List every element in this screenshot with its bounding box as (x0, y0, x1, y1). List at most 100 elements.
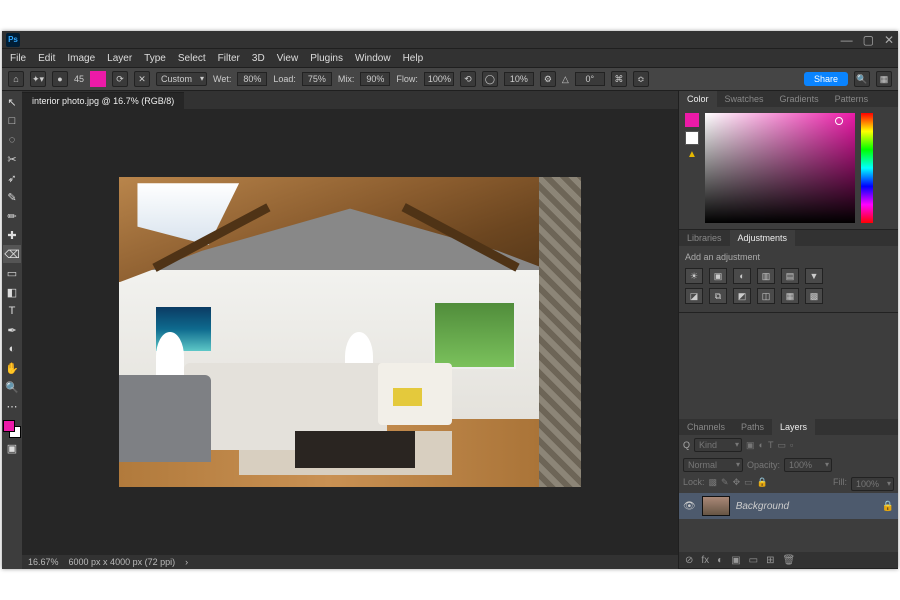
smoothing-input[interactable]: 10% (504, 72, 534, 86)
lock-all-icon[interactable]: 🔒 (757, 477, 768, 491)
share-button[interactable]: Share (804, 72, 848, 86)
menu-select[interactable]: Select (178, 53, 206, 64)
picker-fg-swatch[interactable] (685, 113, 699, 127)
menu-edit[interactable]: Edit (38, 53, 55, 64)
filter-type-icon[interactable]: T (768, 440, 774, 450)
adj-exposure-icon[interactable]: ▥ (757, 268, 775, 284)
filter-adjust-icon[interactable]: ◐ (759, 440, 764, 450)
adj-posterize-icon[interactable]: ▦ (781, 288, 799, 304)
layer-fx-icon[interactable]: fx (701, 555, 709, 566)
adj-color-lookup-icon[interactable]: ◫ (757, 288, 775, 304)
minimize-button[interactable]: — (841, 33, 853, 47)
home-icon[interactable]: ⌂ (8, 71, 24, 87)
adj-curves-icon[interactable]: ◐ (733, 268, 751, 284)
crop-tool[interactable]: ✂ (3, 150, 21, 168)
more-tools[interactable]: ⋯ (3, 397, 21, 415)
adj-vibrance-icon[interactable]: ▤ (781, 268, 799, 284)
layer-filter-dropdown[interactable]: Kind (694, 438, 742, 452)
opacity-input[interactable]: 100% (784, 458, 832, 472)
hue-slider[interactable] (861, 113, 873, 223)
clean-brush-icon[interactable]: ⟳ (112, 71, 128, 87)
menu-layer[interactable]: Layer (107, 53, 132, 64)
tool-preset-picker[interactable]: ✦▾ (30, 71, 46, 87)
close-button[interactable]: ✕ (884, 33, 894, 47)
move-tool[interactable]: ↖ (3, 93, 21, 111)
tab-gradients[interactable]: Gradients (772, 91, 827, 107)
wet-input[interactable]: 80% (237, 72, 267, 86)
lasso-tool[interactable]: ◌ (3, 131, 21, 149)
shape-tool[interactable]: ◐ (3, 340, 21, 358)
tab-adjustments[interactable]: Adjustments (730, 230, 796, 246)
menu-plugins[interactable]: Plugins (310, 53, 343, 64)
adj-bw-icon[interactable]: ◪ (685, 288, 703, 304)
layer-lock-icon[interactable]: 🔒 (882, 501, 894, 512)
current-color-swatch[interactable] (90, 71, 106, 87)
doc-info-chevron-icon[interactable]: › (185, 557, 188, 567)
frame-tool[interactable]: ➶ (3, 169, 21, 187)
adj-photo-filter-icon[interactable]: ⧉ (709, 288, 727, 304)
load-input[interactable]: 75% (302, 72, 332, 86)
tab-channels[interactable]: Channels (679, 419, 733, 435)
adj-threshold-icon[interactable]: ▩ (805, 288, 823, 304)
lock-position-icon[interactable]: ✥ (733, 477, 741, 491)
canvas[interactable] (22, 109, 678, 555)
lock-pixels-icon[interactable]: ✎ (721, 477, 729, 491)
new-group-icon[interactable]: ▭ (749, 555, 758, 566)
brush-preset-picker[interactable]: ● (52, 71, 68, 87)
lock-artboard-icon[interactable]: ▭ (744, 477, 753, 491)
search-icon[interactable]: 🔍 (854, 71, 870, 87)
tab-swatches[interactable]: Swatches (717, 91, 772, 107)
document-tab[interactable]: interior photo.jpg @ 16.7% (RGB/8) (22, 92, 184, 109)
marquee-tool[interactable]: □ (3, 112, 21, 130)
menu-view[interactable]: View (277, 53, 299, 64)
tab-paths[interactable]: Paths (733, 419, 772, 435)
layer-thumbnail[interactable] (702, 496, 730, 516)
layer-visibility-icon[interactable]: 👁 (683, 501, 696, 512)
doc-info[interactable]: 6000 px x 4000 px (72 ppi) (69, 557, 176, 567)
filter-shape-icon[interactable]: ▭ (777, 440, 786, 451)
menu-type[interactable]: Type (144, 53, 166, 64)
settings-gear-icon[interactable]: ⚙ (540, 71, 556, 87)
load-brush-icon[interactable]: ✕ (134, 71, 150, 87)
foreground-background-colors[interactable] (3, 420, 21, 438)
picker-bg-swatch[interactable] (685, 131, 699, 145)
new-adjustment-layer-icon[interactable]: ▣ (731, 555, 740, 566)
blend-mode-dropdown[interactable]: Normal (683, 458, 743, 472)
adj-channel-mixer-icon[interactable]: ◩ (733, 288, 751, 304)
workspace-icon[interactable]: ▦ (876, 71, 892, 87)
buildup-icon[interactable]: ◯ (482, 71, 498, 87)
dodge-tool[interactable]: ◧ (3, 283, 21, 301)
menu-image[interactable]: Image (67, 53, 95, 64)
airbrush-icon[interactable]: ⟲ (460, 71, 476, 87)
adj-brightness-icon[interactable]: ☀ (685, 268, 703, 284)
lock-transparent-icon[interactable]: ▩ (709, 477, 718, 491)
menu-window[interactable]: Window (355, 53, 391, 64)
tab-patterns[interactable]: Patterns (827, 91, 877, 107)
mixer-brush-tool[interactable]: ⌫ (3, 245, 21, 263)
adj-hue-icon[interactable]: ▼ (805, 268, 823, 284)
tablet-pressure-icon[interactable]: ⌘ (611, 71, 627, 87)
menu-help[interactable]: Help (403, 53, 424, 64)
symmetry-icon[interactable]: ≎ (633, 71, 649, 87)
filter-image-icon[interactable]: ▣ (746, 440, 755, 451)
filter-smart-icon[interactable]: ▫ (790, 440, 793, 450)
new-layer-icon[interactable]: ⊞ (766, 555, 774, 566)
brush-mode-dropdown[interactable]: Custom (156, 72, 207, 86)
hand-tool[interactable]: ✋ (3, 359, 21, 377)
color-field[interactable] (705, 113, 855, 223)
tab-libraries[interactable]: Libraries (679, 230, 730, 246)
menu-file[interactable]: File (10, 53, 26, 64)
flow-input[interactable]: 100% (424, 72, 454, 86)
pen-tool[interactable]: ✒ (3, 321, 21, 339)
tab-color[interactable]: Color (679, 91, 717, 107)
zoom-readout[interactable]: 16.67% (28, 557, 59, 567)
link-layers-icon[interactable]: ⊘ (685, 555, 693, 566)
layer-name[interactable]: Background (736, 501, 789, 512)
menu-filter[interactable]: Filter (218, 53, 240, 64)
adj-levels-icon[interactable]: ▣ (709, 268, 727, 284)
brush-tool[interactable]: ✏ (3, 207, 21, 225)
zoom-tool[interactable]: 🔍 (3, 378, 21, 396)
fill-input[interactable]: 100% (851, 477, 894, 491)
gradient-tool[interactable]: ▭ (3, 264, 21, 282)
quickmask-icon[interactable]: ▣ (3, 439, 21, 457)
